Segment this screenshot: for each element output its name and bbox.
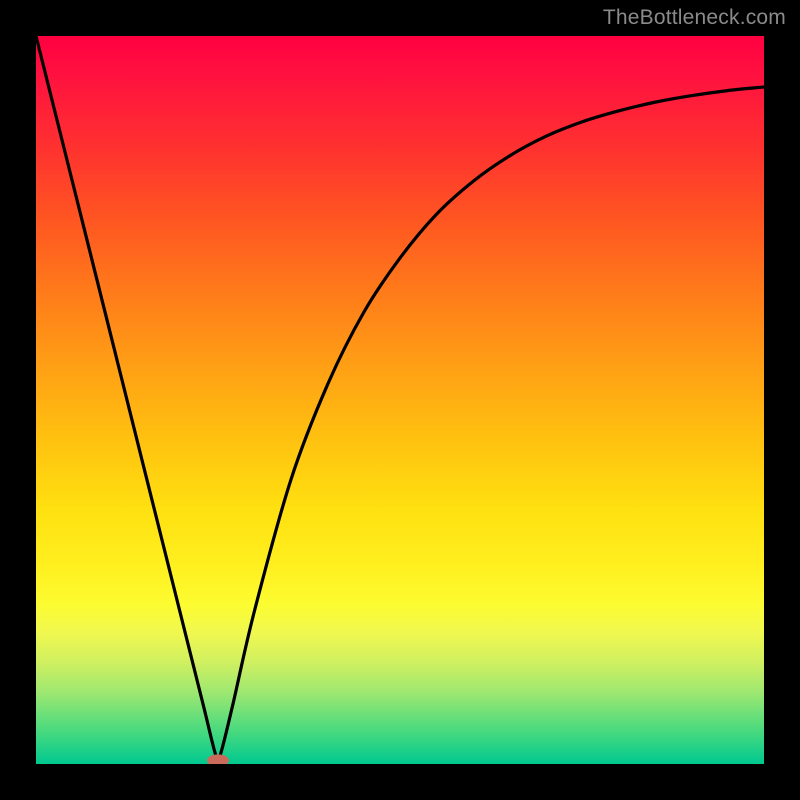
- bottleneck-curve: [36, 36, 764, 761]
- chart-frame: TheBottleneck.com: [0, 0, 800, 800]
- plot-area: [36, 36, 764, 764]
- curve-layer: [36, 36, 764, 764]
- watermark-text: TheBottleneck.com: [603, 6, 786, 30]
- optimum-marker: [207, 754, 229, 764]
